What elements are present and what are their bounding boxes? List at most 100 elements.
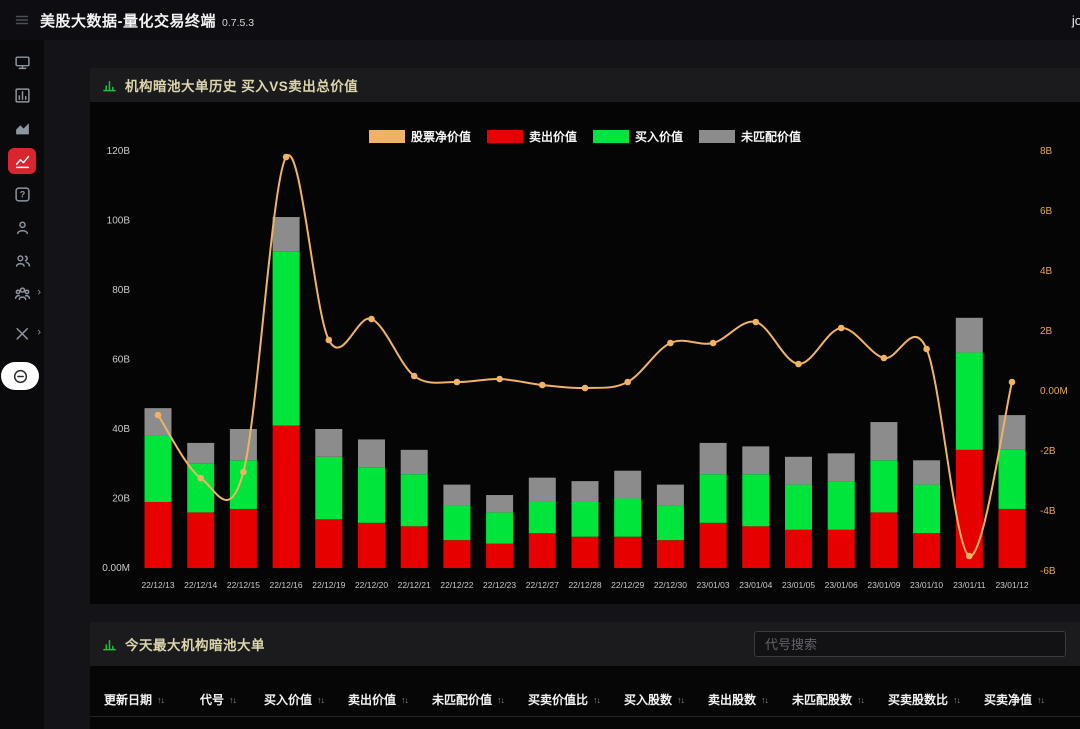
bar-segment[interactable] [870,422,898,461]
line-marker[interactable] [197,474,204,482]
bar-segment[interactable] [486,512,514,544]
bar-segment[interactable] [571,501,599,537]
bar-segment[interactable] [229,429,257,461]
column-header[interactable]: 买卖股数比 ↑↓ [888,691,972,708]
bar-segment[interactable] [229,508,257,568]
column-header[interactable]: 买卖价值比 ↑↓ [528,691,612,708]
line-marker[interactable] [282,153,290,161]
bar-segment[interactable] [656,540,684,568]
line-marker[interactable] [667,339,674,347]
line-marker[interactable] [923,345,930,353]
sidebar-item-dashboard[interactable] [0,46,44,78]
sidebar-item-help[interactable]: ? [0,178,44,210]
sort-arrows-icon[interactable]: ↑↓ [953,695,961,705]
sidebar-item-team[interactable]: › [0,277,44,309]
line-marker[interactable] [837,324,845,332]
line-marker[interactable] [624,378,631,386]
sort-arrows-icon[interactable]: ↑↓ [401,695,409,705]
bar-segment[interactable] [742,526,770,568]
bar-segment[interactable] [187,442,215,464]
sort-arrows-icon[interactable]: ↑↓ [761,695,769,705]
column-header[interactable]: 未匹配价值 ↑↓ [432,691,516,708]
bar-segment[interactable] [315,519,343,568]
bar-segment[interactable] [699,442,727,475]
column-header[interactable]: 卖出股数 ↑↓ [708,691,780,708]
line-marker[interactable] [539,381,546,389]
bar-segment[interactable] [998,508,1026,568]
column-header[interactable]: 买入价值 ↑↓ [264,691,336,708]
column-header[interactable]: 未匹配股数 ↑↓ [792,691,876,708]
bar-segment[interactable] [400,526,428,568]
sort-arrows-icon[interactable]: ↑↓ [229,695,237,705]
sidebar-item-users[interactable] [0,244,44,276]
line-marker[interactable] [709,339,717,347]
bar-segment[interactable] [443,540,471,568]
sidebar-item-collapse[interactable] [1,362,39,390]
line-marker[interactable] [496,375,503,383]
bar-segment[interactable] [955,352,983,450]
bar-segment[interactable] [699,474,727,523]
sort-arrows-icon[interactable]: ↑↓ [317,695,325,705]
bar-segment[interactable] [272,217,300,252]
bar-segment[interactable] [571,536,599,568]
bar-segment[interactable] [358,467,385,523]
line-marker[interactable] [240,468,247,476]
column-header[interactable]: 卖出价值 ↑↓ [348,691,420,708]
sidebar-item-user[interactable] [0,211,44,243]
bar-segment[interactable] [272,251,300,426]
line-marker[interactable] [325,336,333,344]
bar-segment[interactable] [528,501,556,534]
bar-segment[interactable] [315,456,343,520]
bar-segment[interactable] [827,481,855,530]
bar-segment[interactable] [486,543,514,568]
sort-arrows-icon[interactable]: ↑↓ [157,695,165,705]
user-label[interactable]: jo [1072,13,1080,28]
line-marker[interactable] [368,315,375,323]
sort-arrows-icon[interactable]: ↑↓ [497,695,505,705]
bar-segment[interactable] [827,453,855,482]
bar-segment[interactable] [229,460,257,509]
bar-segment[interactable] [913,533,941,568]
bar-segment[interactable] [614,470,642,499]
bar-segment[interactable] [358,522,385,568]
sort-arrows-icon[interactable]: ↑↓ [593,695,601,705]
line-marker[interactable] [752,318,760,326]
line-marker[interactable] [154,411,162,419]
bar-segment[interactable] [870,512,898,568]
bar-segment[interactable] [742,446,770,475]
line-marker[interactable] [795,360,802,368]
bar-segment[interactable] [614,536,642,568]
bar-segment[interactable] [913,460,941,485]
bar-segment[interactable] [443,505,471,541]
bar-segment[interactable] [614,498,642,537]
sidebar-item-line-chart[interactable] [0,145,44,177]
bar-segment[interactable] [358,439,385,468]
bar-segment[interactable] [315,429,343,457]
column-header[interactable]: 代号 ↑↓ [200,691,252,708]
bar-segment[interactable] [272,425,300,568]
bar-segment[interactable] [785,529,812,568]
symbol-search-input[interactable] [754,631,1066,657]
sort-arrows-icon[interactable]: ↑↓ [677,695,685,705]
column-header[interactable]: 买入股数 ↑↓ [624,691,696,708]
bar-segment[interactable] [699,522,727,568]
line-marker[interactable] [1008,378,1016,386]
legend-item[interactable]: 股票净价值 [368,128,471,145]
line-marker[interactable] [581,384,589,392]
bar-segment[interactable] [785,456,812,485]
bar-segment[interactable] [443,484,471,506]
column-header[interactable]: 更新日期 ↑↓ [104,691,188,708]
bar-segment[interactable] [144,501,172,568]
bar-segment[interactable] [955,449,983,568]
bar-segment[interactable] [955,317,983,353]
bar-segment[interactable] [528,533,556,568]
sidebar-item-bar-chart[interactable] [0,79,44,111]
bar-segment[interactable] [144,435,172,502]
bar-segment[interactable] [742,474,770,527]
bar-segment[interactable] [400,449,428,475]
bar-segment[interactable] [656,484,684,506]
sort-arrows-icon[interactable]: ↑↓ [857,695,865,705]
menu-icon[interactable] [12,10,32,30]
bar-segment[interactable] [870,460,898,513]
bar-segment[interactable] [656,505,684,541]
